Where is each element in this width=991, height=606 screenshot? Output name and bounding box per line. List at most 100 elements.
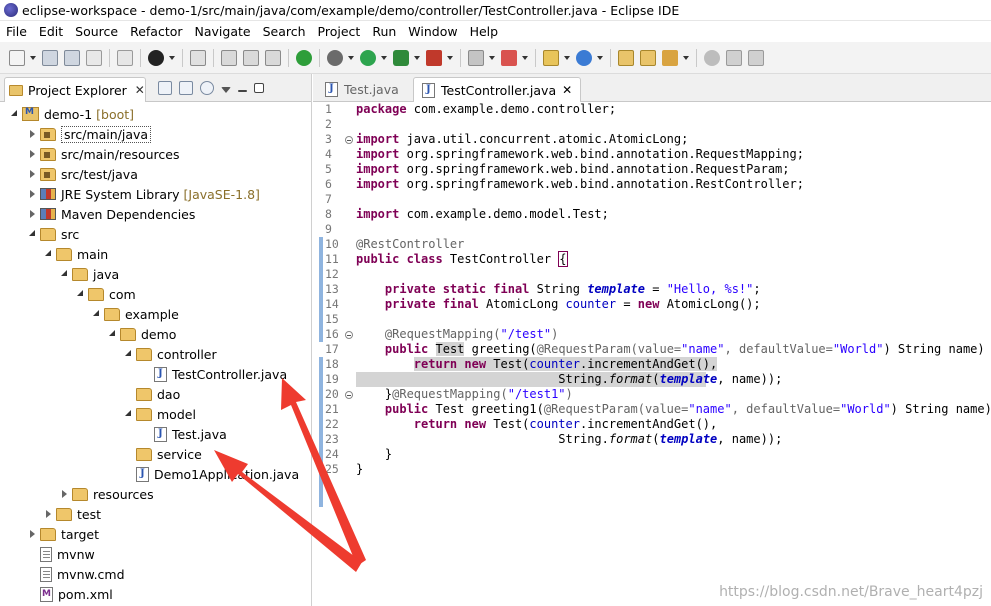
debug-icon[interactable] bbox=[327, 49, 343, 66]
tree-item-service[interactable]: service bbox=[0, 444, 311, 464]
expand-arrow-icon[interactable] bbox=[44, 249, 54, 259]
tree-item-target[interactable]: target bbox=[0, 524, 311, 544]
tree-item-src-test-java[interactable]: src/test/java bbox=[0, 164, 311, 184]
collapse-arrow-icon[interactable] bbox=[60, 489, 70, 499]
annotation-nav-icon[interactable] bbox=[748, 49, 764, 66]
coverage-dropdown-icon[interactable] bbox=[414, 50, 421, 66]
menu-refactor[interactable]: Refactor bbox=[124, 21, 188, 42]
deploy-icon[interactable] bbox=[501, 49, 517, 66]
save-icon[interactable] bbox=[42, 49, 58, 66]
menu-navigate[interactable]: Navigate bbox=[189, 21, 257, 42]
print-icon[interactable] bbox=[86, 49, 102, 66]
link-with-editor-icon[interactable] bbox=[179, 81, 193, 95]
close-icon[interactable]: ✕ bbox=[562, 83, 572, 97]
menu-window[interactable]: Window bbox=[402, 21, 463, 42]
tree-item-jre[interactable]: JRE System Library [JavaSE-1.8] bbox=[0, 184, 311, 204]
perspective-dropdown-icon[interactable] bbox=[169, 50, 176, 66]
tree-item-model[interactable]: model bbox=[0, 404, 311, 424]
tab-test-java[interactable]: Test.java bbox=[317, 77, 407, 102]
tree-item-demo[interactable]: demo bbox=[0, 324, 311, 344]
stop-icon[interactable] bbox=[468, 49, 484, 66]
collapse-all-icon[interactable] bbox=[158, 81, 172, 95]
new-java-dropdown-icon[interactable] bbox=[564, 50, 571, 66]
tree-item-main[interactable]: main bbox=[0, 244, 311, 264]
deploy-dropdown-icon[interactable] bbox=[522, 50, 529, 66]
menu-search[interactable]: Search bbox=[257, 21, 312, 42]
edit-icon[interactable] bbox=[726, 49, 742, 66]
tree-item-test-java[interactable]: Test.java bbox=[0, 424, 311, 444]
menu-help[interactable]: Help bbox=[464, 21, 505, 42]
open-console-icon[interactable] bbox=[221, 49, 237, 66]
fold-toggle-icon[interactable] bbox=[345, 391, 353, 399]
tree-item-test[interactable]: test bbox=[0, 504, 311, 524]
tree-item-src-main-java[interactable]: src/main/java bbox=[0, 124, 311, 144]
spring-boot-icon[interactable] bbox=[296, 49, 312, 66]
skip-breakpoints-icon[interactable] bbox=[190, 49, 206, 66]
tree-item-src-main-resources[interactable]: src/main/resources bbox=[0, 144, 311, 164]
menu-project[interactable]: Project bbox=[312, 21, 367, 42]
tree-item-demo1application[interactable]: Demo1Application.java bbox=[0, 464, 311, 484]
fold-toggle-icon[interactable] bbox=[345, 136, 353, 144]
menu-source[interactable]: Source bbox=[69, 21, 124, 42]
toggle-icon[interactable] bbox=[265, 49, 281, 66]
collapse-arrow-icon[interactable] bbox=[44, 509, 54, 519]
expand-arrow-icon[interactable] bbox=[124, 349, 134, 359]
expand-arrow-icon[interactable] bbox=[124, 409, 134, 419]
tree-item-testcontroller[interactable]: TestController.java bbox=[0, 364, 311, 384]
external-tools-icon[interactable] bbox=[426, 49, 442, 66]
run-icon[interactable] bbox=[360, 49, 376, 66]
filters-icon[interactable] bbox=[200, 81, 214, 95]
search-icon[interactable] bbox=[662, 49, 678, 66]
binary-icon[interactable] bbox=[117, 49, 133, 66]
expand-arrow-icon[interactable] bbox=[92, 309, 102, 319]
collapse-arrow-icon[interactable] bbox=[28, 529, 38, 539]
tree-item-src[interactable]: src bbox=[0, 224, 311, 244]
pin-icon[interactable] bbox=[704, 49, 720, 66]
new-dropdown-icon[interactable] bbox=[30, 50, 37, 66]
view-menu-icon[interactable] bbox=[221, 86, 231, 93]
new-java-project-icon[interactable] bbox=[543, 49, 559, 66]
minimize-icon[interactable] bbox=[238, 90, 247, 92]
terminal-icon[interactable] bbox=[243, 49, 259, 66]
debug-perspective-icon[interactable] bbox=[148, 49, 164, 66]
code-area[interactable]: 1 2 3 4 5 6 7 8 9 10 11 12 13 14 15 16 1… bbox=[313, 102, 991, 606]
expand-arrow-icon[interactable] bbox=[60, 269, 70, 279]
tree-item-project[interactable]: demo-1 [boot] bbox=[0, 104, 311, 124]
tree-item-maven-deps[interactable]: Maven Dependencies bbox=[0, 204, 311, 224]
tree-item-controller[interactable]: controller bbox=[0, 344, 311, 364]
open-type-icon[interactable] bbox=[618, 49, 634, 66]
tree-item-resources[interactable]: resources bbox=[0, 484, 311, 504]
menu-file[interactable]: File bbox=[0, 21, 33, 42]
stop-dropdown-icon[interactable] bbox=[489, 50, 496, 66]
tab-testcontroller-java[interactable]: TestController.java ✕ bbox=[413, 77, 582, 102]
expand-arrow-icon[interactable] bbox=[28, 229, 38, 239]
fold-toggle-icon[interactable] bbox=[345, 331, 353, 339]
external-tools-dropdown-icon[interactable] bbox=[447, 50, 454, 66]
collapse-arrow-icon[interactable] bbox=[28, 169, 38, 179]
menu-run[interactable]: Run bbox=[366, 21, 402, 42]
expand-arrow-icon[interactable] bbox=[76, 289, 86, 299]
coverage-icon[interactable] bbox=[393, 49, 409, 66]
new-class-icon[interactable] bbox=[576, 49, 592, 66]
save-all-icon[interactable] bbox=[64, 49, 80, 66]
collapse-arrow-icon[interactable] bbox=[28, 149, 38, 159]
new-icon[interactable] bbox=[9, 49, 25, 66]
tree-item-dao[interactable]: dao bbox=[0, 384, 311, 404]
menu-edit[interactable]: Edit bbox=[33, 21, 69, 42]
tree-item-mvnw-cmd[interactable]: mvnw.cmd bbox=[0, 564, 311, 584]
collapse-arrow-icon[interactable] bbox=[28, 129, 38, 139]
tree-item-mvnw[interactable]: mvnw bbox=[0, 544, 311, 564]
debug-dropdown-icon[interactable] bbox=[348, 50, 355, 66]
open-resource-icon[interactable] bbox=[640, 49, 656, 66]
expand-arrow-icon[interactable] bbox=[108, 329, 118, 339]
tree-item-pom[interactable]: pom.xml bbox=[0, 584, 311, 604]
tree-item-com[interactable]: com bbox=[0, 284, 311, 304]
maximize-icon[interactable] bbox=[254, 83, 264, 93]
run-dropdown-icon[interactable] bbox=[381, 50, 388, 66]
new-class-dropdown-icon[interactable] bbox=[597, 50, 604, 66]
close-icon[interactable]: ✕ bbox=[135, 83, 145, 97]
tree-item-example[interactable]: example bbox=[0, 304, 311, 324]
tab-project-explorer[interactable]: Project Explorer ✕ bbox=[4, 77, 146, 102]
collapse-arrow-icon[interactable] bbox=[28, 209, 38, 219]
collapse-arrow-icon[interactable] bbox=[28, 189, 38, 199]
